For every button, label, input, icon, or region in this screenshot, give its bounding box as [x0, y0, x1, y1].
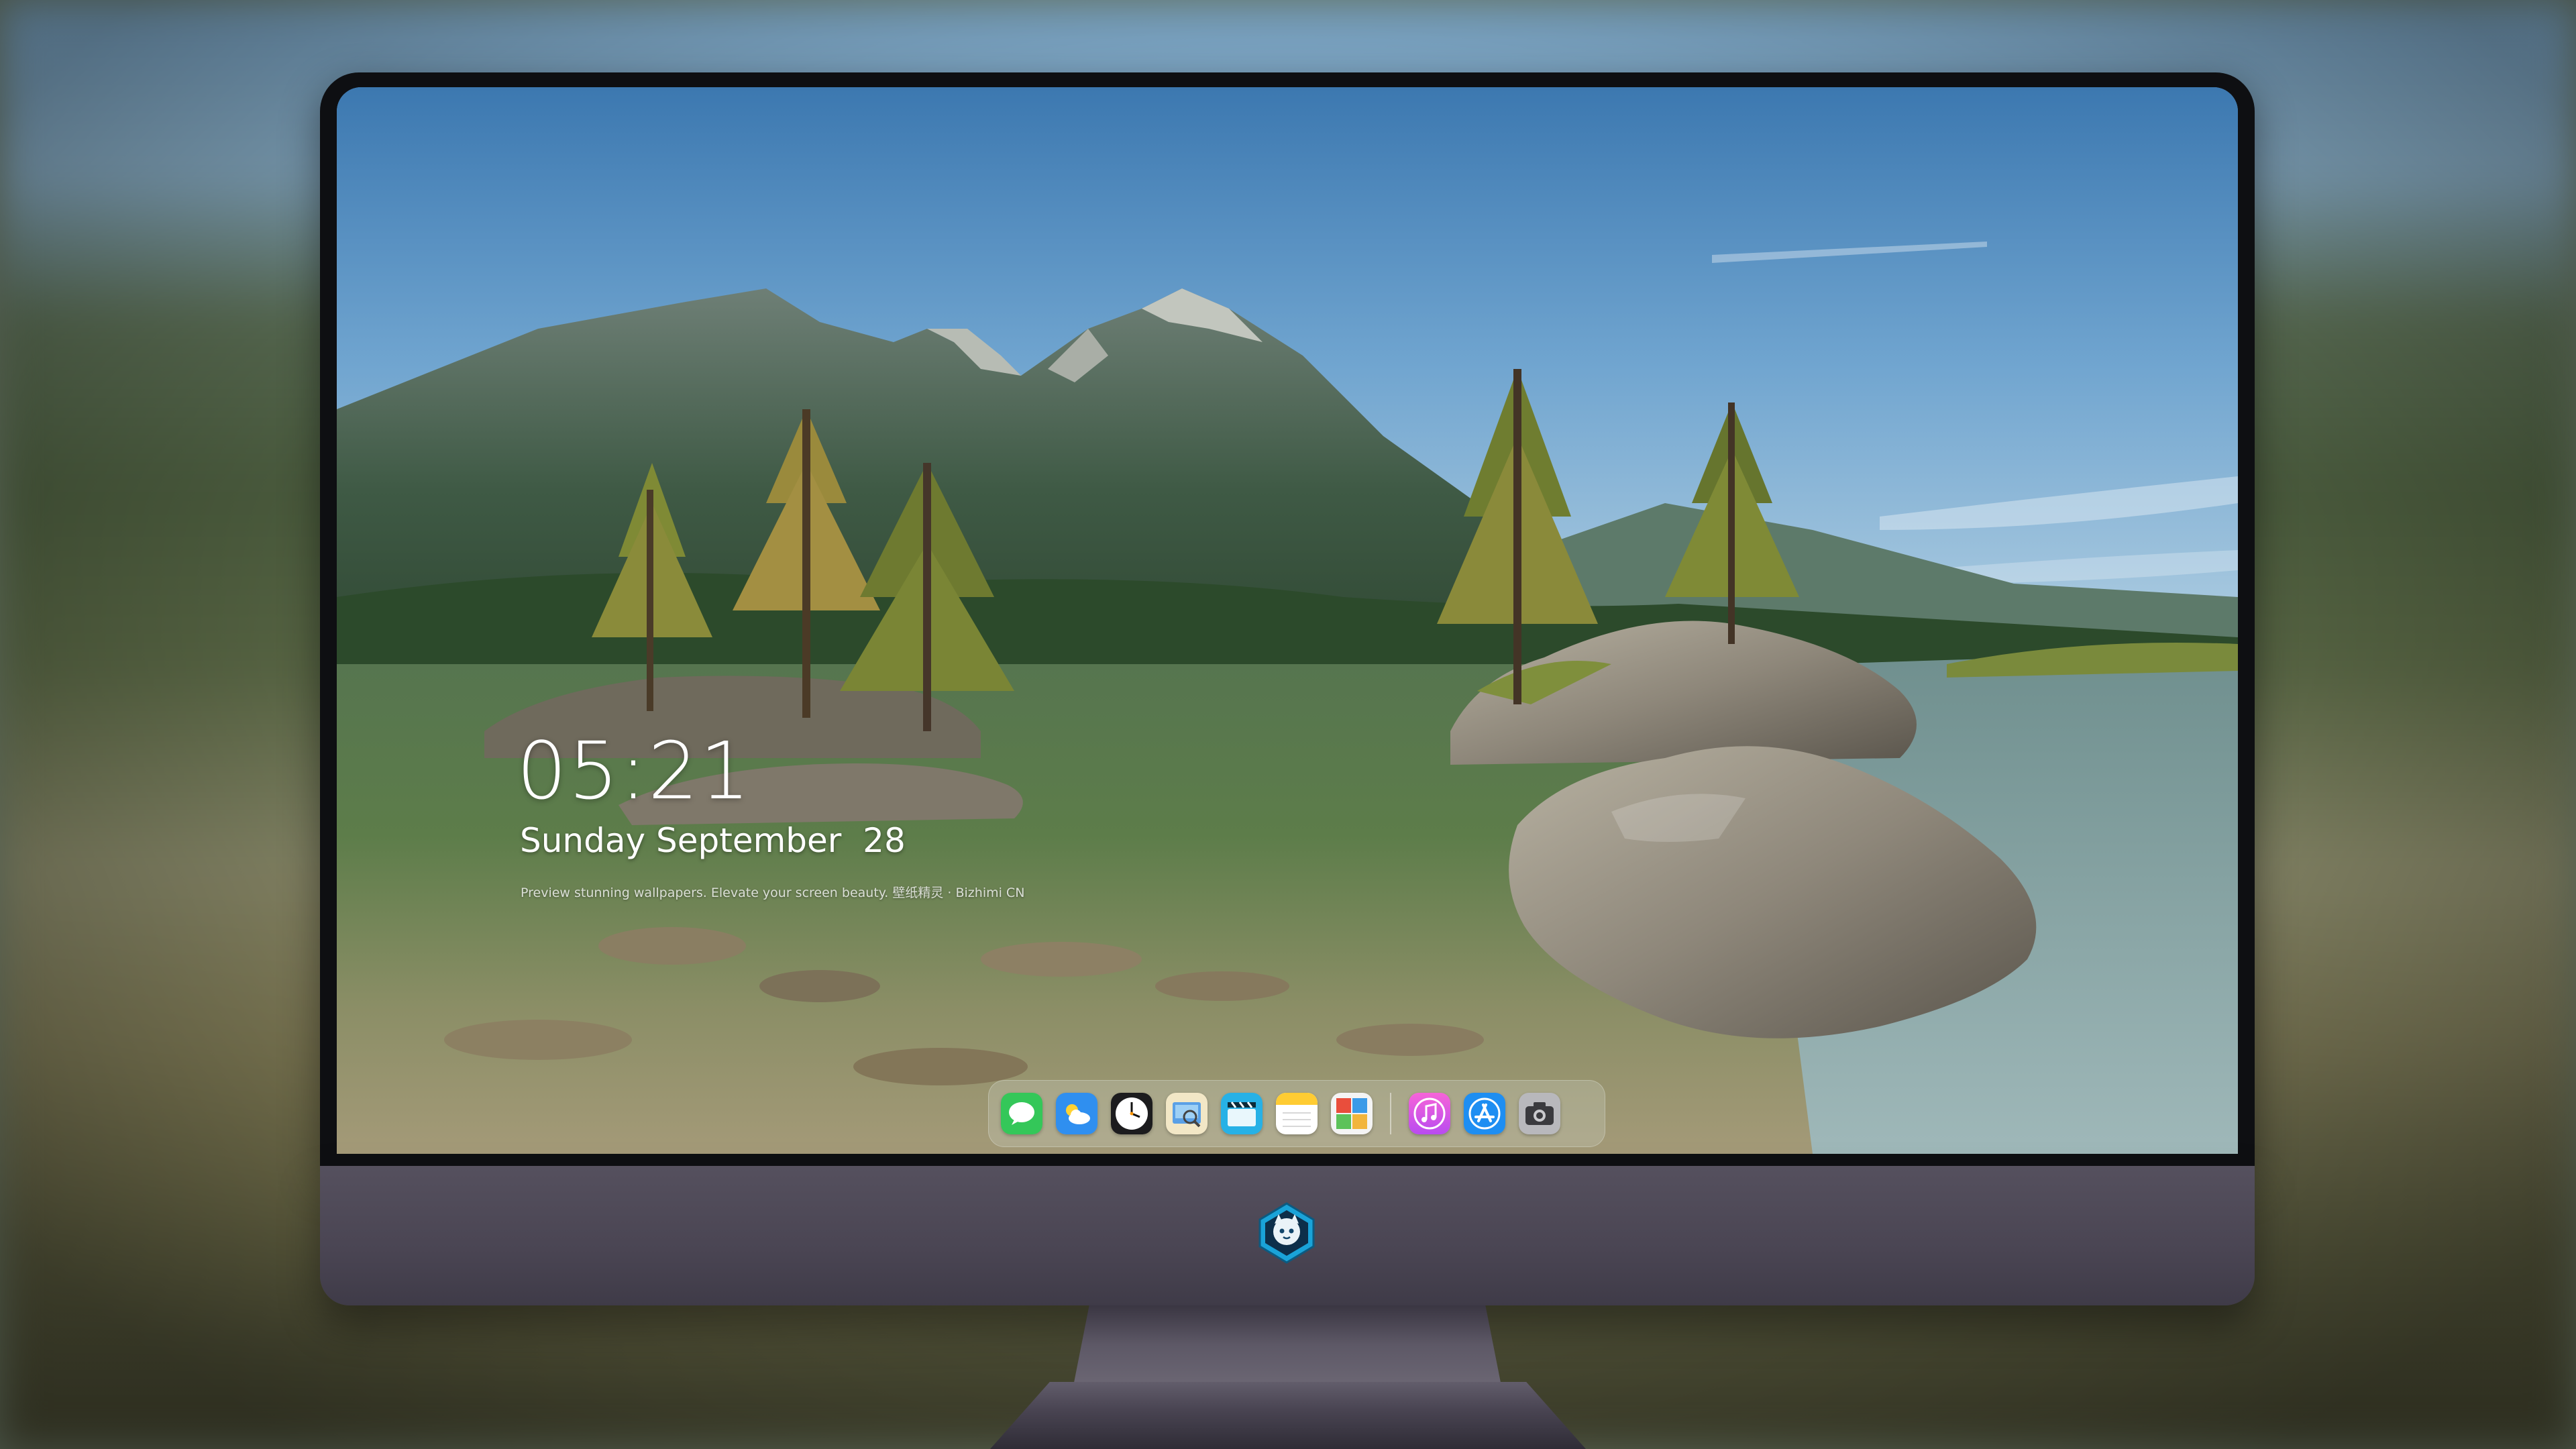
notes-icon[interactable] [1276, 1093, 1318, 1134]
music-icon[interactable] [1409, 1093, 1450, 1134]
camera-icon[interactable] [1519, 1093, 1560, 1134]
dock-separator [1390, 1093, 1391, 1134]
messages-icon[interactable] [1001, 1093, 1042, 1134]
lockscreen-clock: 05:21 [517, 724, 752, 817]
mascot-logo [1254, 1201, 1319, 1265]
clips-icon[interactable] [1221, 1093, 1263, 1134]
weather-icon[interactable] [1056, 1093, 1097, 1134]
lockscreen-date: Sunday September 28 [520, 821, 906, 860]
app-store-icon[interactable] [1464, 1093, 1505, 1134]
monitor-screen: 05:21 Sunday September 28 Preview stunni… [337, 87, 2238, 1154]
monitor-stand-neck [1072, 1305, 1503, 1393]
preview-icon[interactable] [1166, 1093, 1208, 1134]
monitor-stand-base [990, 1382, 1586, 1449]
photo-booth-icon[interactable] [1331, 1093, 1373, 1134]
wallpaper-landscape [337, 87, 2238, 1154]
dock [988, 1080, 1605, 1147]
wallpaper-caption: Preview stunning wallpapers. Elevate you… [521, 885, 1025, 900]
clock-icon[interactable] [1111, 1093, 1152, 1134]
